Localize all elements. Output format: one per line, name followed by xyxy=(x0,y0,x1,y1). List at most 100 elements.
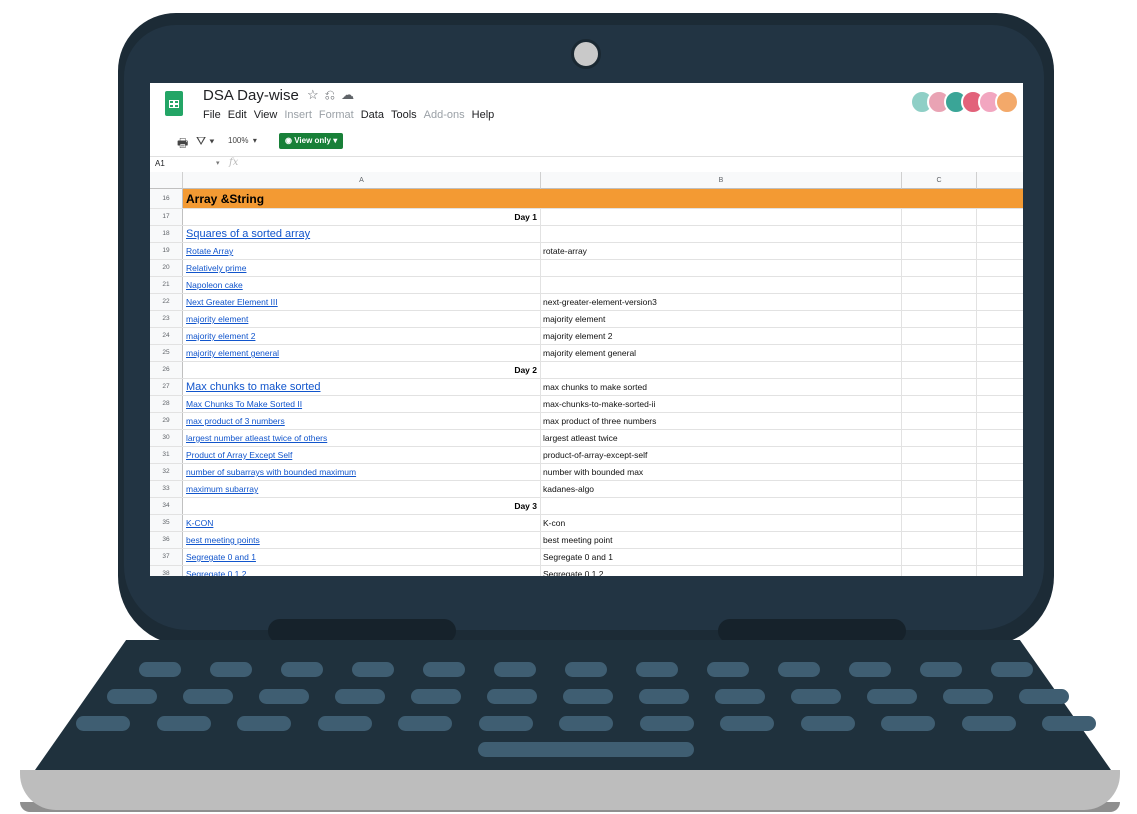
cell-a[interactable]: Product of Array Except Self xyxy=(183,447,541,463)
cell-a[interactable]: Relatively prime xyxy=(183,260,541,276)
problem-link[interactable]: Next Greater Element III xyxy=(186,297,278,307)
problem-link[interactable]: majority element general xyxy=(186,348,279,358)
cell-b[interactable]: kadanes-algo xyxy=(541,481,902,497)
problem-link[interactable]: majority element 2 xyxy=(186,331,255,341)
cell-a[interactable]: K-CON xyxy=(183,515,541,531)
row-number[interactable]: 16 xyxy=(150,189,183,208)
row-number[interactable]: 19 xyxy=(150,243,183,259)
sheets-logo-icon[interactable] xyxy=(165,91,183,116)
cell-b[interactable]: product-of-array-except-self xyxy=(541,447,902,463)
cell-c[interactable] xyxy=(902,260,977,276)
cell-a[interactable]: Segregate 0 1 2 xyxy=(183,566,541,576)
row-number[interactable]: 37 xyxy=(150,549,183,565)
menu-format[interactable]: Format xyxy=(319,109,354,121)
cloud-status-icon[interactable]: ☁ xyxy=(341,87,360,102)
problem-link[interactable]: max product of 3 numbers xyxy=(186,416,285,426)
cell-a[interactable]: Day 1 xyxy=(183,209,541,225)
cell-b[interactable] xyxy=(541,498,902,514)
problem-link[interactable]: Squares of a sorted array xyxy=(186,228,310,240)
cell-c[interactable] xyxy=(902,226,977,242)
chevron-down-icon[interactable]: ▾ xyxy=(216,159,220,167)
row-number[interactable]: 21 xyxy=(150,277,183,293)
row-number[interactable]: 22 xyxy=(150,294,183,310)
cell-a[interactable]: Day 2 xyxy=(183,362,541,378)
cell-a[interactable]: majority element 2 xyxy=(183,328,541,344)
column-header-b[interactable]: B xyxy=(541,172,902,189)
cell-c[interactable] xyxy=(902,311,977,327)
cell-c[interactable] xyxy=(902,294,977,310)
problem-link[interactable]: K-CON xyxy=(186,518,213,528)
menu-addons[interactable]: Add-ons xyxy=(424,109,465,121)
cell-b[interactable]: rotate-array xyxy=(541,243,902,259)
cell-c[interactable] xyxy=(902,430,977,446)
zoom-select[interactable]: 100% ▾ xyxy=(228,136,257,145)
cell-a[interactable]: majority element xyxy=(183,311,541,327)
row-number[interactable]: 36 xyxy=(150,532,183,548)
drive-move-icon[interactable]: ⎌ xyxy=(325,87,341,102)
cell-a[interactable]: Max Chunks To Make Sorted II xyxy=(183,396,541,412)
problem-link[interactable]: largest number atleast twice of others xyxy=(186,433,327,443)
menu-file[interactable]: File xyxy=(203,109,221,121)
column-header-a[interactable]: A xyxy=(183,172,541,189)
document-title[interactable]: DSA Day-wise xyxy=(203,87,299,104)
row-number[interactable]: 24 xyxy=(150,328,183,344)
row-number[interactable]: 23 xyxy=(150,311,183,327)
cell-c[interactable] xyxy=(902,209,977,225)
row-number[interactable]: 26 xyxy=(150,362,183,378)
cell-b[interactable]: Segregate 0 and 1 xyxy=(541,549,902,565)
cell-a[interactable]: number of subarrays with bounded maximum xyxy=(183,464,541,480)
row-number[interactable]: 38 xyxy=(150,566,183,576)
cell-c[interactable] xyxy=(902,566,977,576)
cell-b[interactable]: max chunks to make sorted xyxy=(541,379,902,395)
cell-b[interactable]: largest atleast twice xyxy=(541,430,902,446)
row-number[interactable]: 34 xyxy=(150,498,183,514)
column-header-d[interactable] xyxy=(977,172,1023,189)
row-number[interactable]: 29 xyxy=(150,413,183,429)
cell-a[interactable]: best meeting points xyxy=(183,532,541,548)
menu-data[interactable]: Data xyxy=(361,109,384,121)
row-number[interactable]: 17 xyxy=(150,209,183,225)
cell-b[interactable] xyxy=(541,260,902,276)
menu-tools[interactable]: Tools xyxy=(391,109,417,121)
cell-c[interactable] xyxy=(902,464,977,480)
cell-b[interactable] xyxy=(541,209,902,225)
row-number[interactable]: 35 xyxy=(150,515,183,531)
problem-link[interactable]: Segregate 0 1 2 xyxy=(186,569,247,576)
cell-a[interactable]: Max chunks to make sorted xyxy=(183,379,541,395)
section-header-fill[interactable] xyxy=(183,189,1023,208)
cell-b[interactable]: K-con xyxy=(541,515,902,531)
menu-insert[interactable]: Insert xyxy=(284,109,312,121)
row-number[interactable]: 31 xyxy=(150,447,183,463)
cell-c[interactable] xyxy=(902,362,977,378)
cell-c[interactable] xyxy=(902,396,977,412)
cell-b[interactable]: majority element 2 xyxy=(541,328,902,344)
row-number[interactable]: 18 xyxy=(150,226,183,242)
cell-b[interactable] xyxy=(541,362,902,378)
name-box[interactable]: A1 xyxy=(155,159,165,168)
cell-c[interactable] xyxy=(902,379,977,395)
print-icon[interactable]: 🖶 xyxy=(177,134,188,155)
problem-link[interactable]: Rotate Array xyxy=(186,246,233,256)
problem-link[interactable]: maximum subarray xyxy=(186,484,258,494)
row-number[interactable]: 32 xyxy=(150,464,183,480)
problem-link[interactable]: Segregate 0 and 1 xyxy=(186,552,256,562)
cell-a[interactable]: max product of 3 numbers xyxy=(183,413,541,429)
problem-link[interactable]: Relatively prime xyxy=(186,263,246,273)
cell-a[interactable]: maximum subarray xyxy=(183,481,541,497)
cell-c[interactable] xyxy=(902,447,977,463)
cell-a[interactable]: Rotate Array xyxy=(183,243,541,259)
row-number[interactable]: 25 xyxy=(150,345,183,361)
cell-b[interactable]: best meeting point xyxy=(541,532,902,548)
cell-b[interactable]: max-chunks-to-make-sorted-ii xyxy=(541,396,902,412)
cell-b[interactable]: Segregate 0 1 2 xyxy=(541,566,902,576)
menu-edit[interactable]: Edit xyxy=(228,109,247,121)
problem-link[interactable]: majority element xyxy=(186,314,248,324)
row-number[interactable]: 28 xyxy=(150,396,183,412)
column-header-c[interactable]: C xyxy=(902,172,977,189)
problem-link[interactable]: Product of Array Except Self xyxy=(186,450,292,460)
row-number[interactable]: 27 xyxy=(150,379,183,395)
cell-c[interactable] xyxy=(902,328,977,344)
cell-c[interactable] xyxy=(902,481,977,497)
select-all-corner[interactable] xyxy=(150,172,183,189)
problem-link[interactable]: Max Chunks To Make Sorted II xyxy=(186,399,302,409)
